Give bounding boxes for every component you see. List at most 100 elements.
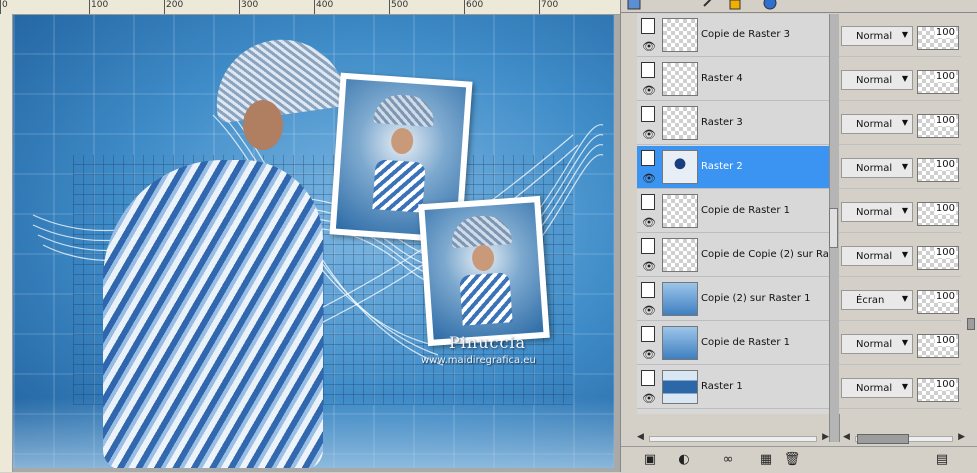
ruler-label: 200 [166,0,184,10]
layer-list-hscroll[interactable]: ◀ ▶ [637,432,829,444]
layer-row[interactable]: 👁 Raster 4 [637,58,829,101]
layer-name: Copie de Raster 3 [701,29,791,40]
photo-portrait [424,202,544,340]
palette-vscroll[interactable] [965,14,977,444]
blend-mode-select[interactable]: Normal ▼ [841,334,913,354]
chevron-down-icon: ▼ [901,382,908,391]
layer-name: Raster 2 [701,161,743,172]
blend-mode-value: Normal [856,119,893,130]
eye-icon[interactable]: 👁 [642,173,656,184]
new-layer-icon[interactable]: ▣ [641,451,659,469]
layer-row[interactable]: 👁 Copie de Raster 1 [637,190,829,233]
layer-visibility: 👁 [641,60,657,98]
lock-icon[interactable] [728,0,742,10]
scroll-left-icon[interactable]: ◀ [843,432,850,442]
layer-row[interactable]: 👁 Copie de Raster 3 [637,14,829,57]
layer-thumbnail [662,370,698,404]
opacity-field[interactable]: 100 [917,378,959,402]
ruler-tick [89,0,90,14]
eye-icon[interactable]: 👁 [642,349,656,360]
scroll-right-icon[interactable]: ▶ [958,432,965,442]
opacity-field[interactable]: 100 [917,202,959,226]
scroll-right-icon[interactable]: ▶ [822,432,829,442]
artwork-canvas[interactable]: Pinuccia www.maidiregrafica.eu [13,15,614,468]
link-layers-icon[interactable]: ∞ [717,451,739,469]
ruler-tick [389,0,390,14]
globe-icon[interactable] [763,0,777,10]
layer-row[interactable]: 👁 Raster 2 [637,146,829,189]
layer-type-icon[interactable] [641,62,655,78]
blend-mode-select[interactable]: Normal ▼ [841,378,913,398]
layer-name: Raster 4 [701,73,743,84]
blend-mode-select[interactable]: Normal ▼ [841,26,913,46]
blend-mode-value: Écran [856,295,885,306]
blend-mode-select[interactable]: Normal ▼ [841,114,913,134]
layer-properties-row: Normal ▼ 100 [839,146,961,189]
layer-type-icon[interactable] [641,238,655,254]
opacity-value: 100 [934,291,956,302]
layer-properties-row: Normal ▼ 100 [839,234,961,277]
opacity-field[interactable]: 100 [917,114,959,138]
layer-type-icon[interactable] [641,282,655,298]
layer-thumbnail [662,150,698,184]
layer-properties-row: Écran ▼ 100 [839,278,961,321]
chevron-down-icon: ▼ [901,162,908,171]
properties-hscroll[interactable]: ◀ ▶ [843,432,965,444]
layer-properties-row: Normal ▼ 100 [839,102,961,145]
opacity-field[interactable]: 100 [917,158,959,182]
link-icon[interactable] [701,0,715,10]
layer-row[interactable]: 👁 Copie de Raster 1 [637,322,829,365]
blend-mode-select[interactable]: Normal ▼ [841,202,913,222]
layer-row[interactable]: 👁 Raster 3 [637,102,829,145]
eye-icon[interactable]: 👁 [642,393,656,404]
opacity-field[interactable]: 100 [917,334,959,358]
dancer-figure [83,31,348,468]
layer-row[interactable]: 👁 Copie (2) sur Raster 1 [637,278,829,321]
layer-type-icon[interactable] [641,150,655,166]
layer-row[interactable]: 👁 Raster 1 [637,366,829,409]
blend-mode-value: Normal [856,163,893,174]
opacity-field[interactable]: 100 [917,26,959,50]
eye-icon[interactable]: 👁 [642,261,656,272]
opacity-field[interactable]: 100 [917,290,959,314]
delete-icon[interactable]: 🗑 [783,451,801,469]
ruler-label: 0 [2,0,8,10]
opacity-field[interactable]: 100 [917,246,959,270]
layer-type-icon[interactable] [641,106,655,122]
properties-icon[interactable]: ▤ [933,451,951,469]
mask-icon[interactable]: ◐ [675,451,693,469]
ruler-label: 400 [316,0,334,10]
opacity-field[interactable]: 100 [917,70,959,94]
opacity-value: 100 [934,159,956,170]
layer-visibility: 👁 [641,16,657,54]
layer-name: Copie (2) sur Raster 1 [701,293,811,304]
blend-mode-select[interactable]: Normal ▼ [841,70,913,90]
eye-icon[interactable]: 👁 [642,85,656,96]
eye-icon[interactable]: 👁 [642,305,656,316]
ruler-label: 600 [466,0,484,10]
layer-row[interactable]: 👁 Copie de Copie (2) sur Raster 1 [637,234,858,277]
ruler-label: 100 [91,0,109,10]
scroll-left-icon[interactable]: ◀ [637,432,644,442]
group-icon[interactable]: ▦ [757,451,775,469]
eye-icon[interactable]: 👁 [642,41,656,52]
blend-mode-value: Normal [856,251,893,262]
layer-properties-row: Normal ▼ 100 [839,366,961,409]
splitter-handle[interactable] [829,208,838,248]
blend-mode-select[interactable]: Normal ▼ [841,158,913,178]
layer-type-icon[interactable] [641,370,655,386]
layer-type-icon[interactable] [641,326,655,342]
blend-mode-select[interactable]: Normal ▼ [841,246,913,266]
layer-thumbnail [662,62,698,96]
ruler-tick [0,0,1,14]
vscroll-thumb[interactable] [967,318,975,330]
blend-mode-select[interactable]: Écran ▼ [841,290,913,310]
layer-type-icon[interactable] [641,194,655,210]
scroll-track[interactable] [649,436,817,442]
layer-type-icon[interactable] [641,18,655,34]
eye-icon[interactable]: 👁 [642,217,656,228]
eye-icon[interactable]: 👁 [642,129,656,140]
layer-new-icon[interactable] [627,0,641,10]
layer-thumbnail [662,106,698,140]
scroll-thumb[interactable] [857,434,909,444]
